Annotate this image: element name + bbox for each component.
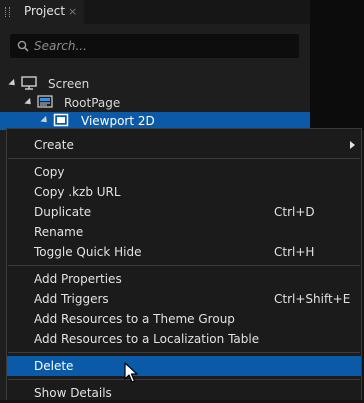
tree-item-label: RootPage — [64, 96, 121, 110]
tab-project[interactable]: Project × — [0, 0, 84, 24]
viewport-icon — [53, 113, 69, 127]
menu-item-shortcut: Ctrl+D — [274, 205, 315, 219]
tree-item-label: Viewport 2D — [81, 114, 155, 128]
menu-item-add-resources-localization-table[interactable]: Add Resources to a Localization Table — [7, 329, 361, 349]
tab-title: Project — [24, 4, 66, 18]
menu-item-add-triggers[interactable]: Add Triggers Ctrl+Shift+E — [7, 289, 361, 309]
menu-separator — [8, 352, 360, 353]
menu-item-shortcut: Ctrl+H — [274, 245, 315, 259]
menu-item-label: Copy — [34, 165, 65, 179]
expand-arrow-icon[interactable] — [8, 78, 18, 89]
menu-item-label: Rename — [34, 225, 84, 239]
menu-item-duplicate[interactable]: Duplicate Ctrl+D — [7, 202, 361, 222]
menu-item-label: Show Details — [34, 386, 112, 400]
menu-item-delete[interactable]: Delete — [7, 356, 361, 376]
tree-item-rootpage[interactable]: RootPage — [0, 94, 310, 112]
page-icon — [37, 95, 53, 108]
menu-item-add-resources-theme-group[interactable]: Add Resources to a Theme Group — [7, 309, 361, 329]
drag-grip-icon[interactable] — [5, 7, 10, 17]
menu-item-label: Delete — [34, 359, 74, 373]
menu-separator — [8, 379, 360, 380]
menu-item-label: Duplicate — [34, 205, 92, 219]
menu-item-shortcut: Ctrl+Shift+E — [274, 292, 351, 306]
menu-item-copy[interactable]: Copy — [7, 162, 361, 182]
menu-item-copy-kzb-url[interactable]: Copy .kzb URL — [7, 182, 361, 202]
menu-item-label: Add Triggers — [34, 292, 109, 306]
submenu-arrow-icon — [350, 141, 355, 149]
mouse-cursor-icon — [124, 362, 138, 383]
menu-item-create[interactable]: Create — [7, 135, 361, 155]
menu-item-label: Copy .kzb URL — [34, 185, 121, 199]
close-icon[interactable]: × — [68, 5, 77, 18]
menu-item-show-details[interactable]: Show Details — [7, 383, 361, 403]
monitor-icon — [21, 76, 37, 90]
menu-item-rename[interactable]: Rename — [7, 222, 361, 242]
menu-separator — [8, 158, 360, 159]
panel-gutter — [310, 0, 364, 130]
tree-item-label: Screen — [48, 77, 90, 91]
menu-item-add-properties[interactable]: Add Properties — [7, 269, 361, 289]
search-placeholder: Search... — [34, 39, 87, 53]
menu-item-label: Add Resources to a Localization Table — [34, 332, 260, 346]
context-menu: Create Copy Copy .kzb URL Duplicate Ctrl… — [6, 128, 362, 400]
tree-item-screen[interactable]: Screen — [0, 75, 310, 93]
menu-item-label: Add Resources to a Theme Group — [34, 312, 235, 326]
menu-separator — [8, 265, 360, 266]
search-input[interactable]: Search... — [10, 34, 299, 58]
search-icon — [17, 40, 29, 52]
menu-item-toggle-quick-hide[interactable]: Toggle Quick Hide Ctrl+H — [7, 242, 361, 262]
tab-bar: Project × — [0, 0, 310, 24]
expand-arrow-icon[interactable] — [40, 115, 50, 126]
menu-item-label: Create — [34, 138, 74, 152]
menu-item-label: Add Properties — [34, 272, 122, 286]
menu-item-label: Toggle Quick Hide — [34, 245, 142, 259]
expand-arrow-icon[interactable] — [24, 97, 34, 108]
